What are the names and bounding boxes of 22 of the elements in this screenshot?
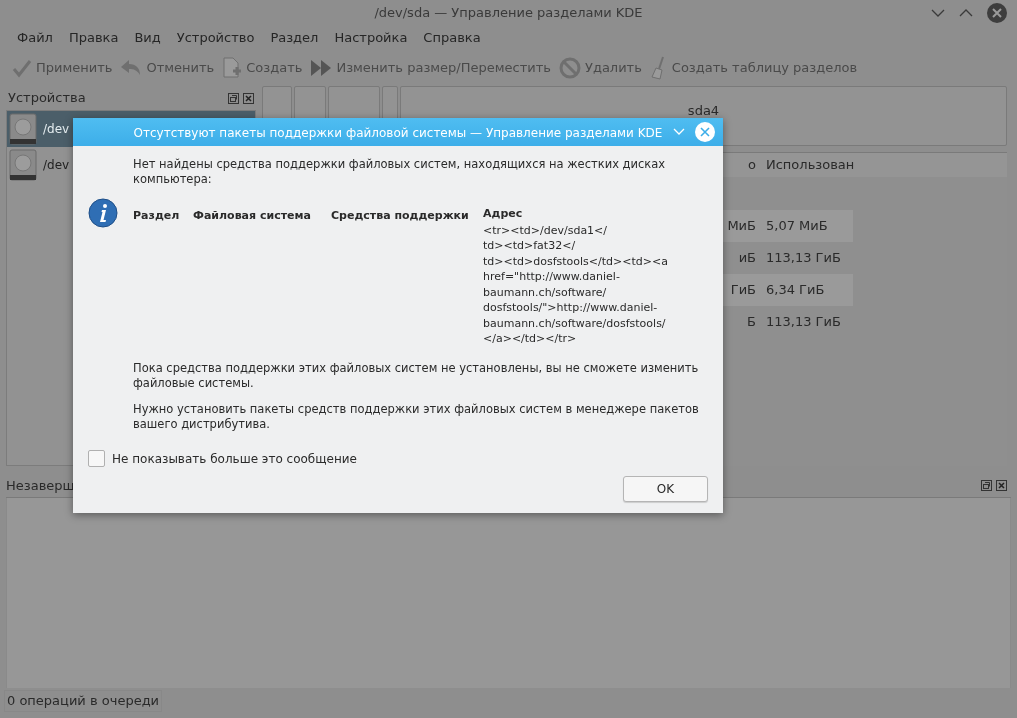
panel-title: Незаверш	[6, 476, 75, 495]
column-header: Раздел	[133, 209, 180, 222]
table-cell-text: Б	[747, 313, 756, 332]
column-header: Файловая система	[193, 209, 311, 222]
status-text: 0 операций в очереди	[4, 690, 163, 712]
column-header: Средства поддержки	[331, 209, 469, 222]
intro-text: Нет найдены средства поддержки файловых систем, находящихся на жестких дисках компьютера:	[133, 157, 667, 187]
table-cell-text: иБ	[738, 249, 756, 268]
table-cell-text: 113,13 ГиБ	[765, 313, 841, 332]
table-cell-text: 6,34 ГиБ	[765, 281, 825, 300]
column-header: Адрес	[483, 206, 523, 222]
panel-title: Устройства	[8, 89, 86, 108]
warning-text: Пока средства поддержки этих файловых систем не установлены, вы не сможете изменить файловые системы.	[133, 360, 700, 391]
table-cell-text: 113,13 ГиБ	[765, 249, 841, 268]
table-cell-text: МиБ	[727, 217, 756, 236]
address-text: <tr><td>/dev/sda1</ td><td>fat32</ td><td>dosfstools</td><td><a href="http://www.daniel- baumann.ch/software/ dosfstools/">http://www.daniel- baumann.ch/software/dosfstools/ </a></td></tr>	[483, 222, 668, 347]
table-cell-text: 5,07 МиБ	[765, 217, 828, 236]
window-title: /dev/sda — Управление разделами KDE	[374, 4, 643, 23]
instruction-text: Нужно установить пакеты средств поддержки этих файловых систем в менеджере пакетов вашего дистрибутива.	[133, 401, 700, 432]
table-cell-text: ГиБ	[730, 281, 756, 300]
dialog-title-bar: Отсутствуют пакеты поддержки файловой системы — Управление разделами KDE	[73, 118, 723, 146]
checkbox-label: Не показывать больше это сообщение	[112, 450, 357, 468]
